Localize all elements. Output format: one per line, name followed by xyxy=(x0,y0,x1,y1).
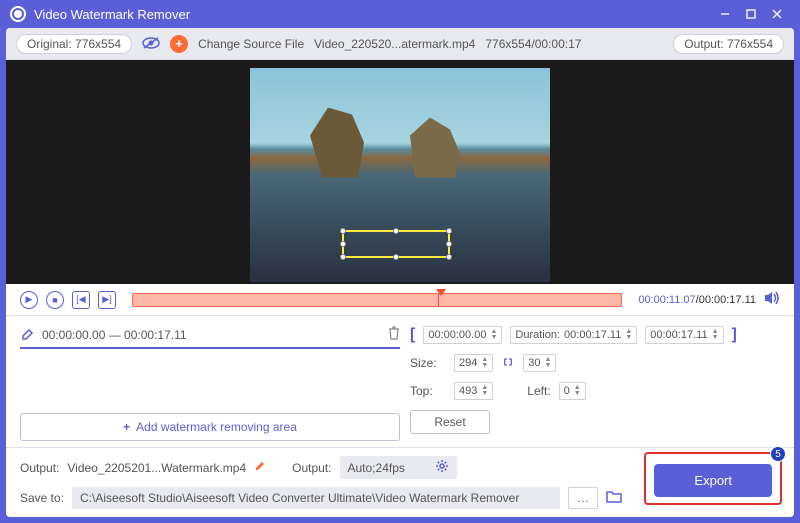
watermark-range-row[interactable]: 00:00:00.00 — 00:00:17.11 xyxy=(20,326,400,349)
width-input[interactable]: 294▲▼ xyxy=(454,354,493,372)
position-row: Top: 493▲▼ Left: 0▲▼ xyxy=(410,382,780,400)
app-window: Video Watermark Remover Original: 776x55… xyxy=(0,0,800,523)
height-input[interactable]: 30▲▼ xyxy=(523,354,556,372)
source-filename: Video_220520...atermark.mp4 xyxy=(314,37,475,51)
trim-end-input[interactable]: 00:00:17.11▲▼ xyxy=(645,326,723,344)
source-fileinfo: 776x554/00:00:17 xyxy=(485,37,581,51)
rename-icon[interactable] xyxy=(254,460,266,475)
save-path-display: C:\Aiseesoft Studio\Aiseesoft Video Conv… xyxy=(72,487,560,509)
size-label: Size: xyxy=(410,356,446,370)
info-bar: Original: 776x554 + Change Source File V… xyxy=(6,28,794,60)
watermark-selection-box[interactable] xyxy=(342,230,450,258)
step-forward-button[interactable]: ▶] xyxy=(98,291,116,309)
gear-icon[interactable] xyxy=(435,459,449,476)
eraser-icon xyxy=(20,326,34,343)
step-back-button[interactable]: [◀ xyxy=(72,291,90,309)
app-logo-icon xyxy=(10,6,26,22)
left-input[interactable]: 0▲▼ xyxy=(559,382,586,400)
trim-row: [ 00:00:00.00▲▼ Duration:00:00:17.11▲▼ 0… xyxy=(410,326,780,344)
video-preview[interactable] xyxy=(6,60,794,284)
visibility-toggle-icon[interactable] xyxy=(142,36,160,52)
timeline-slider[interactable] xyxy=(132,293,622,307)
right-panel: [ 00:00:00.00▲▼ Duration:00:00:17.11▲▼ 0… xyxy=(410,326,780,441)
output-file-label: Output: xyxy=(20,461,59,475)
delete-range-icon[interactable] xyxy=(388,326,400,343)
trim-duration-input[interactable]: Duration:00:00:17.11▲▼ xyxy=(510,326,637,344)
content-area: Original: 776x554 + Change Source File V… xyxy=(6,28,794,517)
open-folder-icon[interactable] xyxy=(606,490,622,506)
top-label: Top: xyxy=(410,384,446,398)
export-button[interactable]: Export xyxy=(654,464,772,497)
output-filename: Video_2205201...Watermark.mp4 xyxy=(67,461,246,475)
reset-button[interactable]: Reset xyxy=(410,410,490,434)
play-button[interactable]: ▶ xyxy=(20,291,38,309)
output-format-select[interactable]: Auto;24fps xyxy=(340,456,457,479)
minimize-button[interactable] xyxy=(712,4,738,24)
output-format-label: Output: xyxy=(292,461,331,475)
left-label: Left: xyxy=(527,384,550,398)
browse-button[interactable]: … xyxy=(568,487,598,509)
trim-start-bracket-icon[interactable]: [ xyxy=(410,326,415,344)
left-panel: 00:00:00.00 — 00:00:17.11 + Add watermar… xyxy=(20,326,400,441)
stop-button[interactable]: ■ xyxy=(46,291,64,309)
add-source-button[interactable]: + xyxy=(170,35,188,53)
trim-start-input[interactable]: 00:00:00.00▲▼ xyxy=(423,326,502,344)
size-row: Size: 294▲▼ 30▲▼ xyxy=(410,354,780,372)
maximize-button[interactable] xyxy=(738,4,764,24)
titlebar: Video Watermark Remover xyxy=(0,0,800,28)
step-badge: 5 xyxy=(770,446,786,462)
original-size-pill: Original: 776x554 xyxy=(16,34,132,54)
plus-icon: + xyxy=(123,420,130,434)
range-text: 00:00:00.00 — 00:00:17.11 xyxy=(42,328,187,342)
time-display: 00:00:11.07/00:00:17.11 xyxy=(638,294,756,306)
close-button[interactable] xyxy=(764,4,790,24)
add-watermark-area-button[interactable]: + Add watermark removing area xyxy=(20,413,400,441)
change-source-link[interactable]: Change Source File xyxy=(198,37,304,51)
export-bar: Output: Video_2205201...Watermark.mp4 Ou… xyxy=(6,447,794,517)
export-highlight: 5 Export xyxy=(644,452,782,505)
save-to-label: Save to: xyxy=(20,491,64,505)
top-input[interactable]: 493▲▼ xyxy=(454,382,493,400)
app-title: Video Watermark Remover xyxy=(34,7,712,22)
output-size-pill: Output: 776x554 xyxy=(673,34,784,54)
volume-icon[interactable] xyxy=(764,291,780,308)
link-aspect-icon[interactable] xyxy=(501,356,515,370)
settings-panel: 00:00:00.00 — 00:00:17.11 + Add watermar… xyxy=(6,316,794,447)
playback-controls: ▶ ■ [◀ ▶] 00:00:11.07/00:00:17.11 xyxy=(6,284,794,316)
trim-end-bracket-icon[interactable]: ] xyxy=(732,326,737,344)
